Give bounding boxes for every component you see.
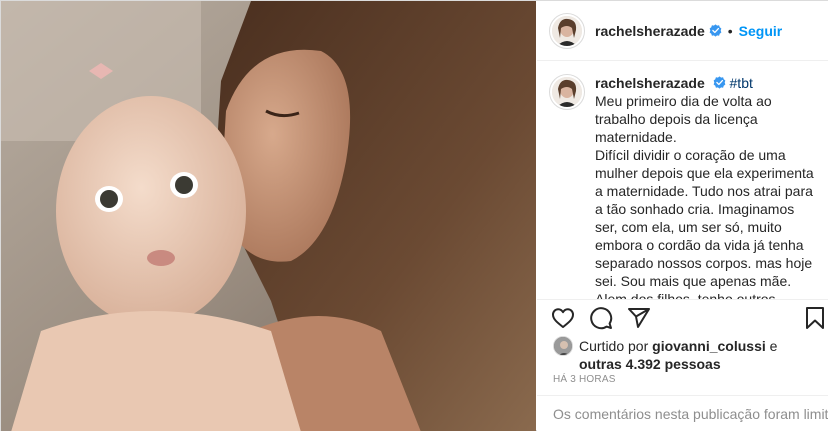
header-separator: • [727,22,733,39]
author-username[interactable]: rachelsherazade [595,23,705,39]
post-header: rachelsherazade • Seguir [537,1,828,61]
post-photo[interactable] [1,1,536,431]
likes-prefix: Curtido por [579,338,649,354]
likes-text: Curtido por giovanni_colussi e outras 4.… [579,337,777,373]
likes-others-link[interactable]: outras 4.392 pessoas [579,356,721,372]
caption-section: rachelsherazade #tbt Meu primeiro dia de… [537,62,828,299]
comment-icon[interactable] [589,306,613,330]
liker-username[interactable]: giovanni_colussi [652,338,766,354]
likes-summary: Curtido por giovanni_colussi e outras 4.… [553,336,823,373]
heart-icon[interactable] [551,306,575,330]
caption-text: Meu primeiro dia de volta ao trabalho de… [595,93,814,299]
caption-body: rachelsherazade #tbt Meu primeiro dia de… [595,74,815,299]
action-bar [537,299,828,335]
caption-hashtag[interactable]: #tbt [730,75,753,91]
comments-limited-notice: Os comentários nesta publicação foram li… [537,395,828,431]
avatar-image [552,77,582,107]
instagram-post: rachelsherazade • Seguir rachelsherazade… [0,0,828,431]
liker-avatar[interactable] [553,336,573,356]
share-icon[interactable] [627,306,651,330]
verified-badge-icon [713,75,726,89]
caption-author-avatar[interactable] [549,74,585,110]
likes-connector: e [769,338,778,354]
verified-badge-icon [709,24,722,37]
post-photo-illustration [1,1,536,431]
bookmark-icon[interactable] [803,306,827,330]
avatar-image [552,15,582,46]
author-avatar[interactable] [549,12,585,49]
post-timestamp[interactable]: HÁ 3 HORAS [553,374,616,385]
liker-avatar-image [554,337,572,355]
caption-username[interactable]: rachelsherazade [595,75,705,91]
post-side-panel: rachelsherazade • Seguir rachelsherazade… [537,1,828,431]
follow-button[interactable]: Seguir [739,23,783,39]
